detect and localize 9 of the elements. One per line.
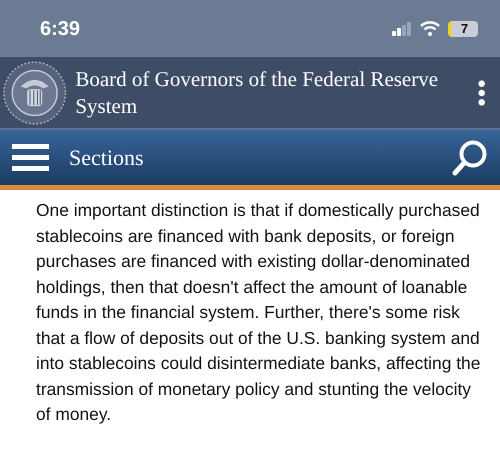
signal-icon	[392, 22, 412, 36]
wifi-icon	[420, 21, 440, 36]
status-time: 6:39	[40, 16, 80, 42]
article-paragraph: One important distinction is that if domestically purchased stablecoins are financed with bank deposits, or foreign purchases are financed with existing dollar-denominated holdings, then that doesn't affect the amount of loanable funds in the financial system. Further, there's some risk that a flow of deposits out of the U.S. banking system and into stablecoins could disintermediate banks, affecting the transmission of monetary policy and stunting the velocity of money.	[35, 199, 482, 426]
menu-icon[interactable]	[12, 144, 49, 171]
search-icon[interactable]	[452, 138, 488, 176]
more-options-icon[interactable]	[476, 78, 486, 106]
site-title: Board of Governors of the Federal Reserve System	[75, 66, 440, 120]
battery-indicator: 7	[448, 20, 478, 36]
